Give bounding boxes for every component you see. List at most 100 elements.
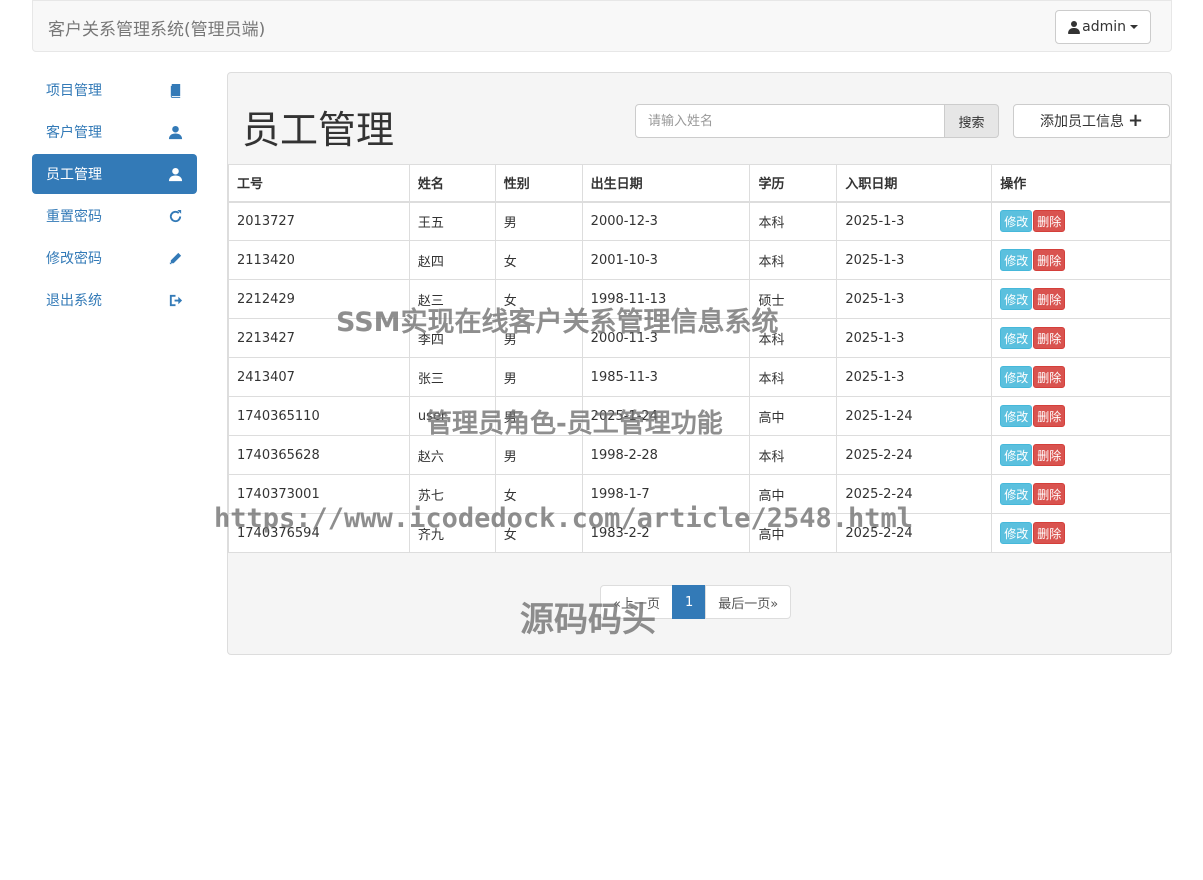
cell-hire-date: 2025-2-24 xyxy=(836,474,993,514)
cell-education: 硕士 xyxy=(749,279,838,319)
cell-name: 苏七 xyxy=(408,474,496,514)
edit-button[interactable]: 修改 xyxy=(1000,522,1033,544)
cell-actions: 修改 删除 xyxy=(991,474,1171,514)
search-group: 搜索 xyxy=(635,104,999,138)
cell-hire-date: 2025-1-3 xyxy=(836,357,993,397)
edit-button[interactable]: 修改 xyxy=(1000,483,1033,505)
cell-education: 本科 xyxy=(749,240,838,280)
last-page-link[interactable]: 最后一页» xyxy=(705,585,792,619)
refresh-icon xyxy=(169,209,182,222)
pagination: «上一页 1 最后一页» xyxy=(600,585,792,619)
caret-down-icon xyxy=(1130,25,1138,29)
delete-button[interactable]: 删除 xyxy=(1033,249,1066,271)
edit-button[interactable]: 修改 xyxy=(1000,288,1033,310)
sidebar-item-change-password[interactable]: 修改密码 xyxy=(32,238,197,278)
edit-button[interactable]: 修改 xyxy=(1000,249,1033,271)
user-icon xyxy=(168,167,183,181)
cell-gender: 女 xyxy=(494,474,583,514)
table-row: 2212429 赵三女 1998-11-13 硕士 2025-1-3 修改 删除 xyxy=(228,279,1171,319)
cell-name: 赵三 xyxy=(408,279,496,319)
search-button[interactable]: 搜索 xyxy=(945,104,999,138)
cell-gender: 男 xyxy=(494,435,583,475)
user-name: admin xyxy=(1082,19,1126,35)
employee-table: 工号 姓名 性别 出生日期 学历 入职日期 操作 2013727 王五男 2000-… xyxy=(228,164,1171,553)
cell-hire-date: 2025-1-3 xyxy=(836,240,993,280)
sidebar-item-employees[interactable]: 员工管理 xyxy=(32,154,197,194)
search-input[interactable] xyxy=(635,104,945,138)
sidebar-item-label: 员工管理 xyxy=(46,167,102,183)
sidebar-item-reset-password[interactable]: 重置密码 xyxy=(32,196,197,236)
sidebar-item-label: 客户管理 xyxy=(46,125,102,141)
plus-icon: + xyxy=(1127,110,1144,131)
delete-button[interactable]: 删除 xyxy=(1033,210,1066,233)
delete-button[interactable]: 删除 xyxy=(1033,327,1066,349)
cell-gender: 女 xyxy=(494,513,583,553)
edit-button[interactable]: 修改 xyxy=(1000,366,1033,388)
app-title[interactable]: 客户关系管理系统(管理员端) xyxy=(48,15,265,40)
cell-id: 2212429 xyxy=(228,279,410,319)
cell-actions: 修改 删除 xyxy=(991,318,1171,358)
cell-education: 本科 xyxy=(749,435,838,475)
cell-actions: 修改 删除 xyxy=(991,201,1171,241)
sidebar-item-label: 退出系统 xyxy=(46,293,102,309)
top-navbar: 客户关系管理系统(管理员端) admin xyxy=(32,0,1172,52)
sidebar-item-projects[interactable]: 项目管理 xyxy=(32,70,197,110)
cell-gender: 男 xyxy=(494,396,583,436)
cell-actions: 修改 删除 xyxy=(991,279,1171,319)
sidebar-item-label: 项目管理 xyxy=(46,83,102,99)
delete-button[interactable]: 删除 xyxy=(1033,405,1066,427)
cell-id: 2413407 xyxy=(228,357,410,397)
cell-id: 2113420 xyxy=(228,240,410,280)
delete-button[interactable]: 删除 xyxy=(1033,522,1066,544)
cell-name: 赵四 xyxy=(408,240,496,280)
main-panel: 员工管理 搜索 添加员工信息 + 工号 姓名 性别 出生日期 学历 入职日期 操… xyxy=(227,72,1172,655)
cell-id: 1740365110 xyxy=(228,396,410,436)
cell-actions: 修改 删除 xyxy=(991,396,1171,436)
edit-button[interactable]: 修改 xyxy=(1000,405,1033,427)
edit-button[interactable]: 修改 xyxy=(1000,327,1033,349)
cell-name: 张三 xyxy=(408,357,496,397)
delete-button[interactable]: 删除 xyxy=(1033,288,1066,310)
current-page-link[interactable]: 1 xyxy=(671,585,707,619)
table-header-row: 工号 姓名 性别 出生日期 学历 入职日期 操作 xyxy=(228,164,1171,203)
cell-education: 高中 xyxy=(749,513,838,553)
cell-id: 1740373001 xyxy=(228,474,410,514)
add-employee-button[interactable]: 添加员工信息 + xyxy=(1013,104,1170,138)
cell-name: user xyxy=(408,396,496,436)
cell-id: 2213427 xyxy=(228,318,410,358)
edit-button[interactable]: 修改 xyxy=(1000,210,1033,233)
cell-birthdate: 1983-2-2 xyxy=(581,513,751,553)
header-actions: 操作 xyxy=(991,164,1171,203)
cell-actions: 修改 删除 xyxy=(991,513,1171,553)
cell-actions: 修改 删除 xyxy=(991,240,1171,280)
sidebar-item-customers[interactable]: 客户管理 xyxy=(32,112,197,152)
employee-table-wrap: 工号 姓名 性别 出生日期 学历 入职日期 操作 2013727 王五男 2000-… xyxy=(228,164,1171,553)
page-title: 员工管理 xyxy=(242,108,395,152)
table-row: 2113420 赵四女 2001-10-3 本科 2025-1-3 修改 删除 xyxy=(228,240,1171,280)
sidebar-item-logout[interactable]: 退出系统 xyxy=(32,280,197,320)
book-icon xyxy=(170,83,181,98)
cell-gender: 男 xyxy=(494,357,583,397)
cell-birthdate: 1998-11-13 xyxy=(581,279,751,319)
header-gender: 性别 xyxy=(494,164,583,203)
sidebar: 项目管理 客户管理 员工管理 重置密码 修改密码 退出系统 xyxy=(32,70,197,322)
cell-birthdate: 1985-11-3 xyxy=(581,357,751,397)
cell-gender: 男 xyxy=(494,318,583,358)
delete-button[interactable]: 删除 xyxy=(1033,366,1066,388)
logout-icon xyxy=(169,294,183,306)
cell-birthdate: 2000-12-3 xyxy=(581,201,751,241)
cell-hire-date: 2025-1-24 xyxy=(836,396,993,436)
delete-button[interactable]: 删除 xyxy=(1033,444,1066,466)
edit-button[interactable]: 修改 xyxy=(1000,444,1033,466)
cell-hire-date: 2025-1-3 xyxy=(836,318,993,358)
table-row: 2413407 张三男 1985-11-3 本科 2025-1-3 修改 删除 xyxy=(228,357,1171,397)
cell-id: 1740376594 xyxy=(228,513,410,553)
pencil-icon xyxy=(169,252,182,264)
delete-button[interactable]: 删除 xyxy=(1033,483,1066,505)
prev-page-link[interactable]: «上一页 xyxy=(600,585,673,619)
add-employee-label: 添加员工信息 xyxy=(1039,114,1124,130)
cell-birthdate: 1998-2-28 xyxy=(581,435,751,475)
header-birthdate: 出生日期 xyxy=(581,164,751,203)
user-menu-button[interactable]: admin xyxy=(1055,10,1151,44)
cell-education: 高中 xyxy=(749,474,838,514)
